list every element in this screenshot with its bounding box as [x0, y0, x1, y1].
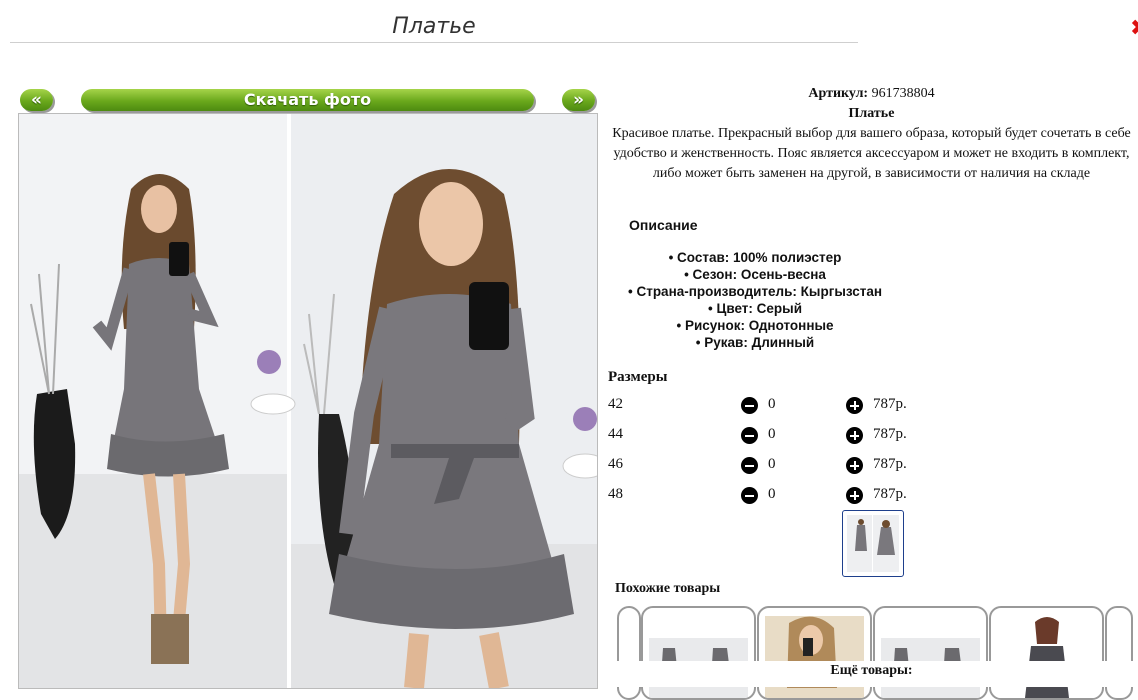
size-row: 44 0 787р.: [608, 426, 938, 448]
product-photo[interactable]: [18, 113, 598, 689]
spec-item: Рисунок: Однотонные: [605, 317, 905, 334]
specs-list: Состав: 100% полиэстер Сезон: Осень-весн…: [605, 249, 905, 351]
size-price: 787р.: [873, 456, 907, 472]
size-row: 46 0 787р.: [608, 456, 938, 478]
close-icon[interactable]: ✖: [1130, 16, 1138, 41]
similar-heading: Похожие товары: [615, 581, 721, 596]
size-price: 787р.: [873, 426, 907, 442]
size-row: 48 0 787р.: [608, 486, 938, 508]
prev-photo-button[interactable]: «: [20, 89, 53, 111]
photo-thumbnail[interactable]: [842, 510, 904, 577]
more-heading: Ещё товары:: [605, 661, 1138, 687]
spec-item: Состав: 100% полиэстер: [605, 249, 905, 266]
minus-icon[interactable]: [741, 457, 758, 474]
product-info: Артикул: 961738804 Платье Красивое плать…: [605, 84, 1138, 184]
spec-item: Рукав: Длинный: [605, 334, 905, 351]
spec-item: Цвет: Серый: [605, 300, 905, 317]
plus-icon[interactable]: [846, 397, 863, 414]
spec-item: Страна-производитель: Кыргызстан: [605, 283, 905, 300]
spec-item: Сезон: Осень-весна: [605, 266, 905, 283]
minus-icon[interactable]: [741, 427, 758, 444]
plus-icon[interactable]: [846, 487, 863, 504]
minus-icon[interactable]: [741, 397, 758, 414]
size-row: 42 0 787р.: [608, 396, 938, 418]
plus-icon[interactable]: [846, 427, 863, 444]
article-line: Артикул: 961738804: [605, 84, 1138, 104]
size-price: 787р.: [873, 396, 907, 412]
size-label: 44: [608, 426, 623, 442]
size-label: 48: [608, 486, 623, 502]
next-photo-button[interactable]: »: [562, 89, 595, 111]
size-label: 42: [608, 396, 623, 412]
product-description: Красивое платье. Прекрасный выбор для ва…: [612, 126, 1131, 181]
product-name: Платье: [848, 106, 895, 121]
size-quantity: 0: [768, 426, 776, 442]
sizes-heading: Размеры: [608, 369, 668, 385]
article-label: Артикул:: [808, 86, 869, 101]
article-value: 961738804: [871, 86, 935, 101]
size-quantity: 0: [768, 456, 776, 472]
specs-heading: Описание: [629, 217, 698, 233]
size-label: 46: [608, 456, 623, 472]
size-quantity: 0: [768, 396, 776, 412]
download-photo-button[interactable]: Скачать фото: [81, 89, 534, 111]
size-quantity: 0: [768, 486, 776, 502]
minus-icon[interactable]: [741, 487, 758, 504]
size-price: 787р.: [873, 486, 907, 502]
plus-icon[interactable]: [846, 457, 863, 474]
page-title: Платье: [10, 12, 858, 43]
